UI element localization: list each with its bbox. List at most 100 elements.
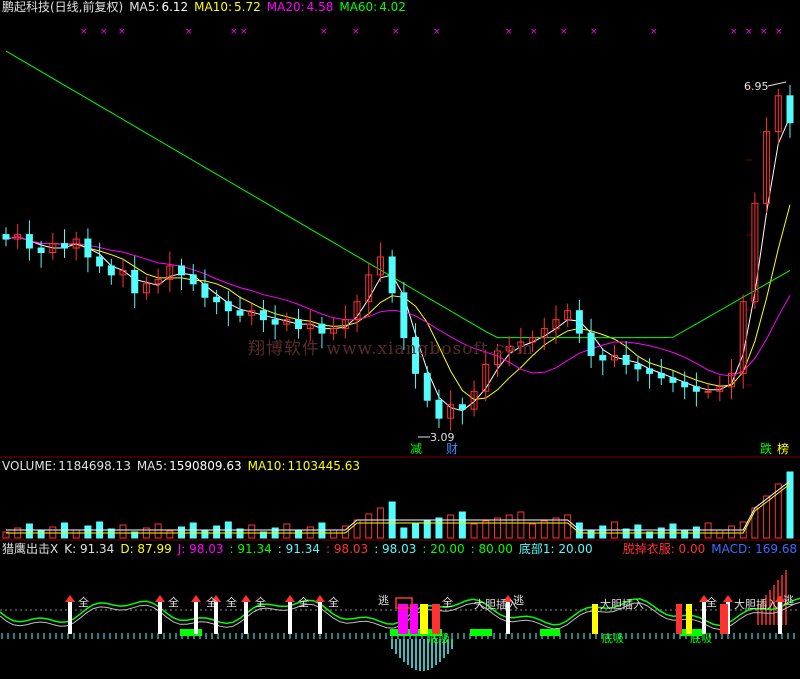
zone-bar	[470, 629, 492, 636]
volume-bar	[330, 529, 338, 539]
candle-body	[271, 319, 279, 325]
signal-mark: ×	[100, 27, 108, 37]
watermark: 翔博软件 www.xiangbosoft.com	[248, 339, 534, 359]
candle-body	[458, 404, 466, 410]
signal-column	[288, 600, 292, 634]
escape-label: 逃	[513, 594, 524, 607]
candle-body	[704, 390, 712, 393]
volume-bar	[458, 511, 466, 539]
signal-column	[244, 600, 248, 634]
high-price-label: 6.95	[744, 80, 769, 93]
volume-bar	[412, 523, 420, 539]
signal-mark: ×	[775, 27, 783, 37]
signal-mark: ×	[730, 27, 738, 37]
wealth-signal: 财	[446, 442, 458, 456]
candle-body	[599, 354, 607, 361]
signal-arrow	[285, 595, 295, 602]
candle-body	[318, 323, 326, 334]
signal-arrow	[155, 595, 165, 602]
bold-insert-label: 大胆插入	[600, 597, 644, 611]
fall-signal: 跌	[760, 441, 772, 456]
full-label: 全	[226, 595, 237, 609]
volume-bar	[213, 525, 221, 539]
volume-bar	[119, 524, 127, 539]
candle-body	[37, 247, 45, 253]
candle-body	[388, 256, 396, 294]
signal-markers: × × × × × × × × × × × × × × × × × × ×	[80, 27, 783, 37]
price-axis-ticks	[746, 87, 752, 386]
candle-body	[692, 386, 700, 392]
signal-block	[686, 604, 692, 634]
volume-bar	[295, 530, 303, 539]
volume-bar	[727, 525, 735, 539]
volume-bar	[154, 523, 162, 539]
zone-bar	[180, 629, 202, 636]
volume-bar	[529, 523, 537, 539]
full-label: 全	[168, 595, 179, 609]
bottom-suck-label: 底吸	[428, 631, 450, 645]
ma60-line	[5, 50, 791, 339]
candle-body	[84, 238, 92, 258]
candle-body	[681, 381, 689, 388]
volume-bar	[283, 523, 291, 539]
candle-body	[189, 274, 197, 285]
volume-bar	[599, 525, 607, 539]
signal-block	[432, 604, 440, 634]
signal-mark: ×	[240, 27, 248, 37]
volume-bar	[669, 523, 677, 539]
full-label: 全	[78, 595, 89, 609]
candle-body	[575, 310, 583, 334]
volume-bar	[505, 514, 513, 539]
candle-body	[295, 319, 303, 330]
volume-bar	[786, 471, 794, 539]
volume-bar	[37, 530, 45, 539]
signal-block	[676, 604, 682, 634]
volume-bar	[634, 524, 642, 539]
candle-body	[786, 95, 794, 124]
signal-arrow	[241, 595, 251, 602]
signal-mark: ×	[352, 27, 360, 37]
signal-mark: ×	[230, 27, 238, 37]
volume-bar	[482, 520, 490, 539]
escape-label: 逃	[378, 594, 389, 607]
candle-body	[96, 256, 104, 267]
candle-body	[107, 265, 115, 276]
volume-bar	[564, 514, 572, 539]
volume-bar	[365, 513, 373, 539]
signal-mark: ×	[505, 27, 513, 37]
volume-bar	[447, 514, 455, 539]
volume-bar	[435, 517, 443, 539]
bold-insert-label: 大胆插入	[474, 597, 518, 611]
volume-bar	[400, 527, 408, 539]
signal-mark: ×	[530, 27, 538, 37]
volume-bar	[716, 529, 724, 539]
indicator-pane	[0, 570, 800, 671]
candle-body	[669, 377, 677, 383]
signal-block	[420, 604, 428, 634]
full-label: 全	[206, 595, 217, 609]
volume-bar	[166, 530, 174, 539]
candle-body	[259, 310, 267, 321]
volume-bar	[681, 530, 689, 539]
candle-body	[236, 310, 244, 316]
candle-body	[400, 292, 408, 339]
signal-mark: ×	[392, 27, 400, 37]
signal-column	[318, 600, 322, 634]
signal-mark: ×	[80, 27, 88, 37]
signal-arrow	[723, 595, 733, 602]
volume-bar	[423, 520, 431, 539]
bottom-suck-label: 底吸	[690, 631, 712, 645]
candle-body	[213, 296, 221, 303]
rank-signal: 榜	[777, 441, 789, 456]
full-label: 全	[706, 595, 717, 609]
high-price-pointer	[767, 81, 787, 87]
signal-mark: ×	[560, 27, 568, 37]
signal-arrow	[65, 595, 75, 602]
volume-bar	[72, 529, 80, 539]
full-label: 全	[255, 595, 266, 609]
candle-body	[657, 372, 665, 379]
full-label: 全	[298, 595, 309, 609]
signal-mark: ×	[745, 27, 753, 37]
signal-arrow	[191, 595, 201, 602]
candle-body	[178, 265, 186, 276]
